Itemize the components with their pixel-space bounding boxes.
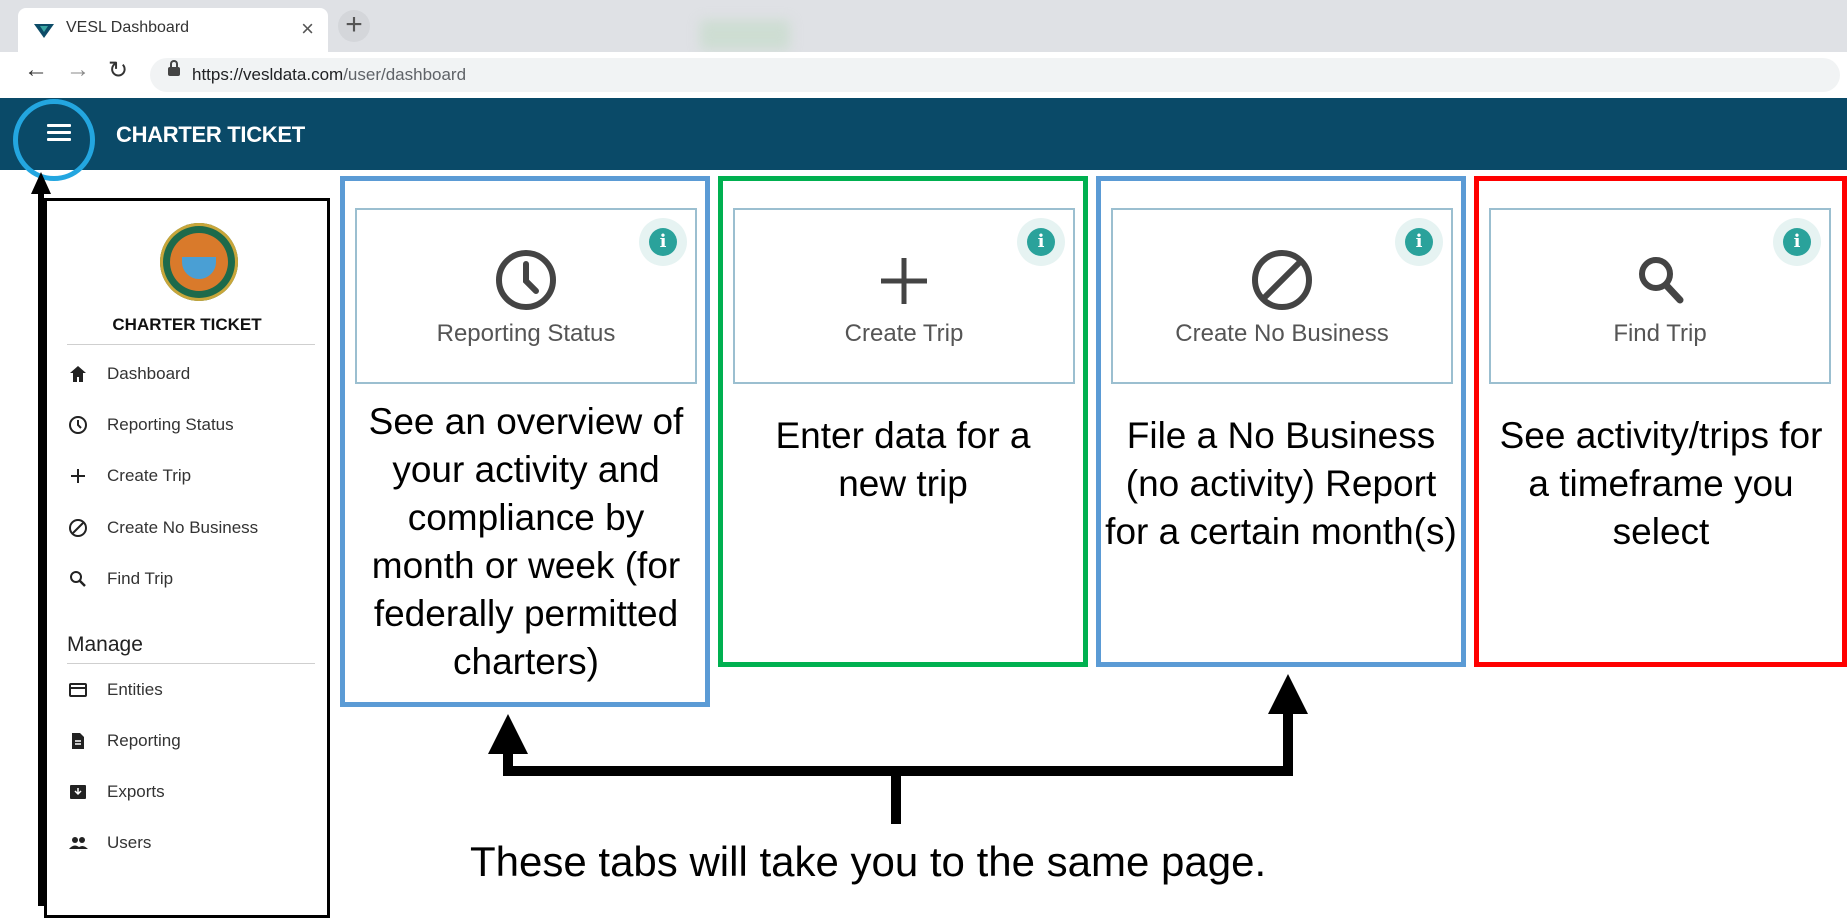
info-button[interactable]: i — [639, 218, 687, 266]
sidebar-item-entities[interactable]: Entities — [67, 674, 317, 710]
annotation-arrowhead — [488, 714, 528, 754]
document-icon — [67, 731, 89, 753]
browser-toolbar: ← → ↻ https://vesldata.com/user/dashboar… — [0, 52, 1847, 96]
annotation-bracket — [503, 766, 1293, 776]
description-create-no-business: File a No Business (no activity) Report … — [1105, 415, 1457, 552]
annotation-bracket-stem — [891, 776, 901, 824]
description-find-trip: See activity/trips for a timeframe you s… — [1499, 415, 1823, 552]
plus-icon — [872, 248, 936, 312]
card-label: Create Trip — [844, 320, 964, 347]
block-icon — [67, 518, 89, 540]
users-icon — [67, 833, 89, 855]
annotation-note: These tabs will take you to the same pag… — [470, 838, 1267, 885]
card-label: Find Trip — [1613, 320, 1707, 347]
card-icon — [67, 680, 89, 702]
sidebar-item-label: Reporting Status — [107, 415, 234, 434]
sidebar-item-label: Dashboard — [107, 364, 191, 383]
vesl-favicon-icon — [34, 24, 54, 38]
sidebar-item-create-trip[interactable]: Create Trip — [67, 460, 317, 496]
divider — [67, 344, 315, 345]
browser-tabstrip: VESL Dashboard × + — [0, 0, 1847, 52]
plus-icon — [67, 466, 89, 488]
description-create-trip: Enter data for a new trip — [775, 415, 1031, 504]
sidebar: CHARTER TICKET Dashboard Reporting Statu… — [44, 198, 330, 918]
card-find-trip[interactable]: i Find Trip — [1489, 208, 1831, 384]
search-icon — [67, 569, 89, 591]
description-reporting-status: See an overview of your activity and com… — [368, 401, 684, 682]
new-tab-button[interactable]: + — [338, 10, 370, 42]
app-header: CHARTER TICKET — [0, 98, 1847, 181]
sidebar-item-create-no-business[interactable]: Create No Business — [67, 512, 317, 548]
annotation-arrow-shaft — [38, 194, 44, 906]
lock-icon — [168, 60, 180, 76]
card-create-no-business[interactable]: i Create No Business — [1111, 208, 1453, 384]
manage-heading: Manage — [67, 633, 143, 656]
forward-arrow-icon[interactable]: → — [66, 56, 90, 84]
tab-title: VESL Dashboard — [66, 19, 190, 36]
browser-tab[interactable]: VESL Dashboard × — [18, 8, 328, 52]
address-bar[interactable]: https://vesldata.com/user/dashboard — [150, 58, 1840, 92]
sidebar-item-label: Users — [107, 833, 152, 852]
sidebar-item-users[interactable]: Users — [67, 827, 317, 863]
close-tab-icon[interactable]: × — [301, 16, 314, 42]
sidebar-item-label: Create Trip — [107, 466, 192, 485]
annotation-arrowhead — [1268, 674, 1308, 714]
back-arrow-icon[interactable]: ← — [24, 56, 48, 84]
divider — [67, 663, 315, 664]
info-icon: i — [1405, 228, 1433, 256]
card-reporting-status[interactable]: i Reporting Status — [355, 208, 697, 384]
card-label: Reporting Status — [436, 320, 616, 347]
archive-icon — [67, 782, 89, 804]
info-icon: i — [1783, 228, 1811, 256]
sidebar-item-label: Entities — [107, 680, 163, 699]
sidebar-item-label: Create No Business — [107, 518, 259, 537]
sidebar-item-exports[interactable]: Exports — [67, 776, 317, 812]
url-text: https://vesldata.com/user/dashboard — [192, 65, 467, 84]
info-button[interactable]: i — [1773, 218, 1821, 266]
block-icon — [1250, 248, 1314, 312]
search-icon — [1628, 248, 1692, 312]
card-label: Create No Business — [1175, 320, 1389, 347]
agency-seal-logo — [160, 223, 238, 301]
info-button[interactable]: i — [1395, 218, 1443, 266]
clock-icon — [67, 415, 89, 437]
sidebar-item-find-trip[interactable]: Find Trip — [67, 563, 317, 599]
home-icon — [67, 364, 89, 386]
info-button[interactable]: i — [1017, 218, 1065, 266]
sidebar-item-label: Find Trip — [107, 569, 174, 588]
clock-icon — [494, 248, 558, 312]
reload-icon[interactable]: ↻ — [108, 56, 128, 85]
app-title: CHARTER TICKET — [116, 122, 305, 147]
info-icon: i — [1027, 228, 1055, 256]
annotation-arrowhead — [31, 172, 51, 194]
menu-highlight-circle — [13, 99, 95, 181]
sidebar-item-reporting[interactable]: Reporting — [67, 725, 317, 761]
sidebar-item-reporting-status[interactable]: Reporting Status — [67, 409, 317, 445]
sidebar-item-dashboard[interactable]: Dashboard — [67, 358, 317, 394]
sidebar-item-label: Exports — [107, 782, 165, 801]
info-icon: i — [649, 228, 677, 256]
sidebar-title: CHARTER TICKET — [112, 315, 262, 334]
sidebar-item-label: Reporting — [107, 731, 181, 750]
card-create-trip[interactable]: i Create Trip — [733, 208, 1075, 384]
